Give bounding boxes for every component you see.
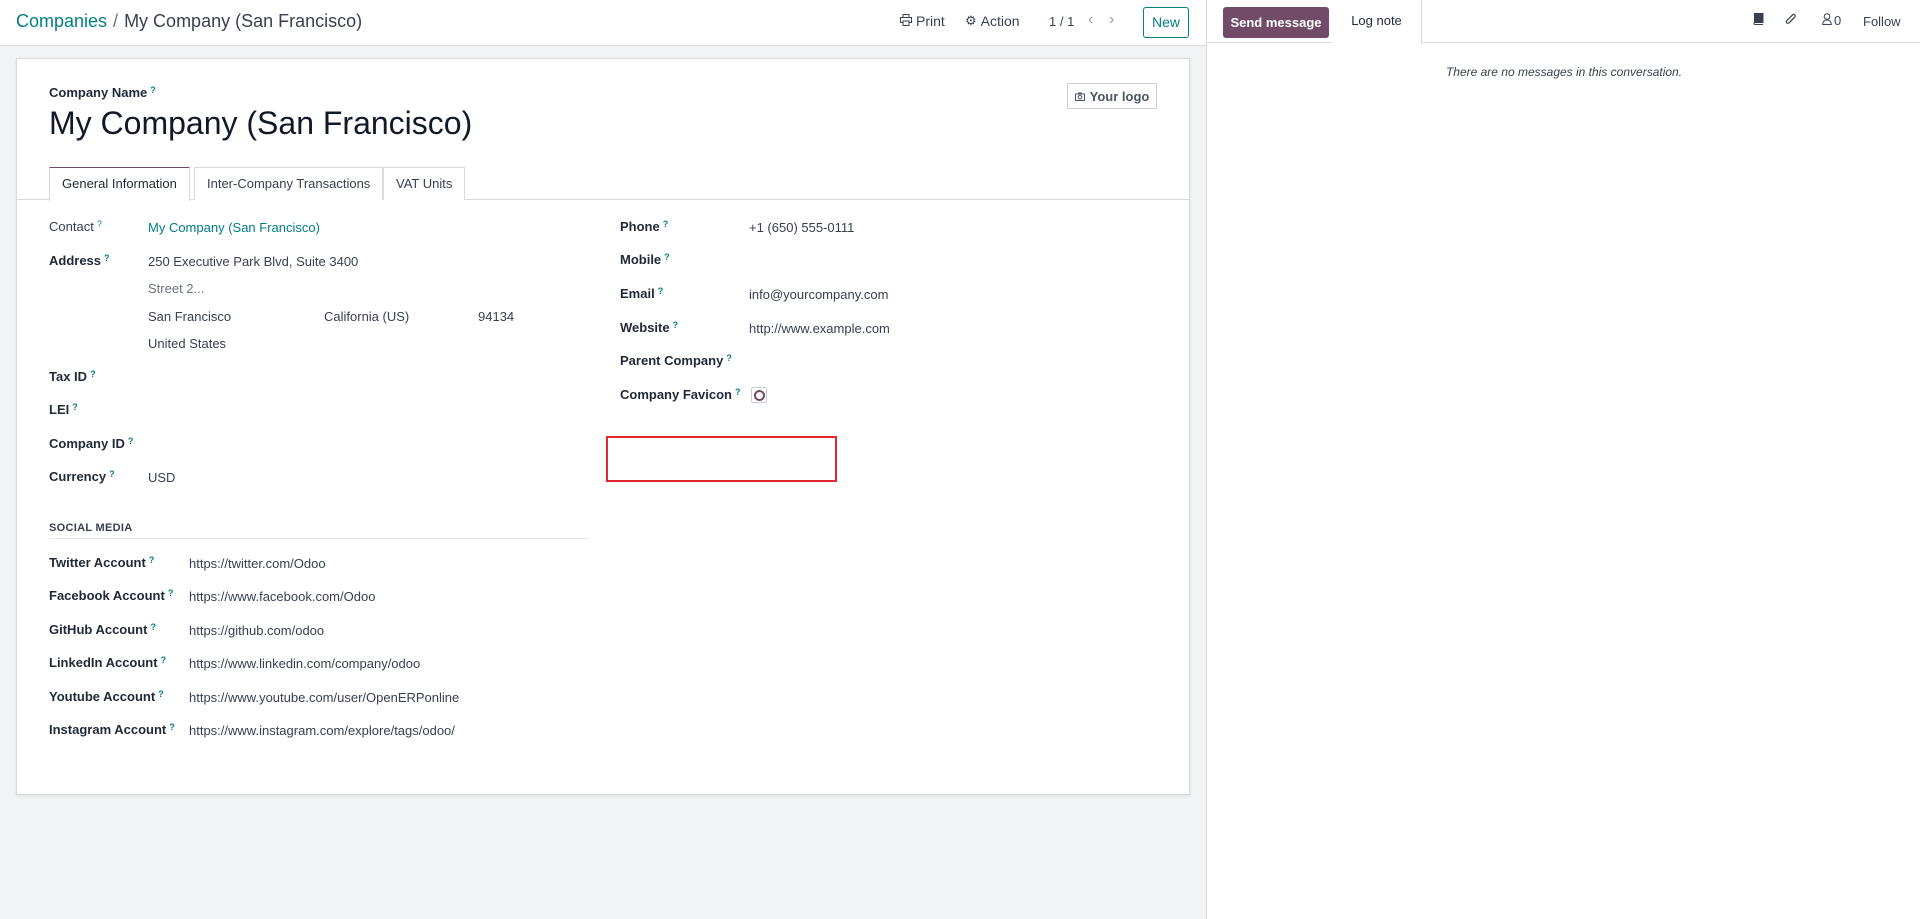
help-icon[interactable]: ? — [72, 402, 78, 412]
instagram-account-field[interactable]: https://www.instagram.com/explore/tags/o… — [189, 723, 455, 738]
github-account-field[interactable]: https://github.com/odoo — [189, 623, 324, 638]
help-icon[interactable]: ? — [726, 353, 732, 363]
breadcrumb-current: My Company (San Francisco) — [124, 11, 363, 31]
breadcrumb: Companies / My Company (San Francisco) — [16, 11, 362, 32]
phone-label: Phone? — [620, 219, 669, 234]
pager-value[interactable]: 1 / 1 — [1049, 14, 1074, 29]
help-icon[interactable]: ? — [104, 253, 110, 263]
help-icon[interactable]: ? — [150, 622, 156, 632]
city-field[interactable]: San Francisco — [148, 309, 231, 324]
gear-icon: ⚙ — [965, 13, 977, 28]
book-icon[interactable] — [1753, 13, 1764, 28]
help-icon[interactable]: ? — [658, 286, 664, 296]
new-button[interactable]: New — [1143, 7, 1189, 38]
follow-button[interactable]: Follow — [1863, 14, 1901, 29]
help-icon[interactable]: ? — [161, 655, 167, 665]
address-label: Address? — [49, 253, 110, 268]
help-icon[interactable]: ? — [664, 252, 670, 262]
phone-field[interactable]: +1 (650) 555-0111 — [749, 220, 854, 235]
street-field[interactable]: 250 Executive Park Blvd, Suite 3400 — [148, 254, 358, 269]
company-name-field[interactable]: My Company (San Francisco) — [49, 105, 472, 142]
paperclip-icon[interactable] — [1785, 13, 1797, 29]
social-media-section-title: SOCIAL MEDIA — [49, 522, 589, 539]
help-icon[interactable]: ? — [97, 219, 102, 229]
linkedin-account-label: LinkedIn Account? — [49, 655, 167, 670]
mobile-label: Mobile? — [620, 252, 670, 267]
facebook-account-label: Facebook Account? — [49, 588, 174, 603]
contact-label: Contact? — [49, 219, 102, 234]
help-icon[interactable]: ? — [158, 689, 164, 699]
print-button[interactable]: Print — [900, 13, 945, 29]
twitter-account-label: Twitter Account? — [49, 555, 155, 570]
facebook-account-field[interactable]: https://www.facebook.com/Odoo — [189, 589, 375, 604]
website-label: Website? — [620, 320, 679, 335]
help-icon[interactable]: ? — [168, 588, 174, 598]
print-label: Print — [916, 13, 945, 29]
help-icon[interactable]: ? — [169, 722, 175, 732]
currency-label: Currency? — [49, 469, 115, 484]
linkedin-account-field[interactable]: https://www.linkedin.com/company/odoo — [189, 656, 420, 671]
chevron-right-icon[interactable]: › — [1109, 11, 1114, 29]
tab-inter-company-transactions[interactable]: Inter-Company Transactions — [194, 167, 384, 200]
user-icon — [1822, 13, 1832, 28]
tab-general-information[interactable]: General Information — [49, 167, 190, 201]
help-icon[interactable]: ? — [149, 555, 155, 565]
help-icon[interactable]: ? — [109, 469, 115, 479]
help-icon[interactable]: ? — [663, 219, 669, 229]
action-label: Action — [980, 13, 1020, 29]
favicon-highlight-box — [606, 436, 837, 482]
country-field[interactable]: United States — [148, 336, 226, 351]
company-favicon-image[interactable] — [751, 387, 767, 403]
lei-label: LEI? — [49, 402, 78, 417]
email-field[interactable]: info@yourcompany.com — [749, 287, 888, 302]
chevron-left-icon[interactable]: ‹ — [1088, 11, 1093, 29]
github-account-label: GitHub Account? — [49, 622, 156, 637]
your-logo-button[interactable]: Your logo — [1067, 83, 1157, 109]
help-icon[interactable]: ? — [90, 369, 96, 379]
camera-icon — [1074, 89, 1085, 104]
currency-field[interactable]: USD — [148, 470, 175, 485]
your-logo-label: Your logo — [1089, 88, 1150, 104]
youtube-account-field[interactable]: https://www.youtube.com/user/OpenERPonli… — [189, 690, 459, 705]
website-field[interactable]: http://www.example.com — [749, 321, 890, 336]
instagram-account-label: Instagram Account? — [49, 722, 175, 737]
street2-field[interactable]: Street 2... — [148, 281, 204, 296]
followers-count: 0 — [1834, 13, 1842, 28]
state-field[interactable]: California (US) — [324, 309, 409, 324]
form-sheet: Company Name? My Company (San Francisco)… — [16, 58, 1190, 795]
log-note-button[interactable]: Log note — [1332, 0, 1422, 44]
email-label: Email? — [620, 286, 664, 301]
zip-field[interactable]: 94134 — [478, 309, 514, 324]
control-panel: Companies / My Company (San Francisco) Pri… — [0, 0, 1206, 46]
contact-field[interactable]: My Company (San Francisco) — [148, 220, 320, 235]
no-messages-text: There are no messages in this conversati… — [1445, 65, 1683, 79]
breadcrumb-separator: / — [113, 11, 119, 31]
tax-id-label: Tax ID? — [49, 369, 96, 384]
tab-vat-units[interactable]: VAT Units — [383, 167, 466, 200]
youtube-account-label: Youtube Account? — [49, 689, 164, 704]
parent-company-label: Parent Company? — [620, 353, 732, 368]
breadcrumb-companies-link[interactable]: Companies — [16, 11, 107, 31]
send-message-button[interactable]: Send message — [1223, 7, 1329, 38]
action-button[interactable]: ⚙ Action — [965, 13, 1020, 29]
followers-button[interactable]: 0 — [1822, 13, 1841, 28]
chatter-panel: Send message Log note 0 Follow There are… — [1206, 0, 1920, 919]
twitter-account-field[interactable]: https://twitter.com/Odoo — [189, 556, 326, 571]
form-tabs: General Information Inter-Company Transa… — [17, 167, 1189, 201]
company-favicon-label: Company Favicon? — [620, 387, 741, 402]
help-icon[interactable]: ? — [673, 320, 679, 330]
favicon-circle-icon — [753, 389, 765, 401]
company-id-label: Company ID? — [49, 436, 134, 451]
chatter-topbar: Send message Log note 0 Follow — [1207, 0, 1920, 44]
help-icon[interactable]: ? — [735, 387, 741, 397]
company-name-label: Company Name? — [49, 85, 156, 100]
help-icon[interactable]: ? — [128, 436, 134, 446]
help-icon[interactable]: ? — [150, 85, 156, 95]
print-icon — [900, 13, 912, 29]
